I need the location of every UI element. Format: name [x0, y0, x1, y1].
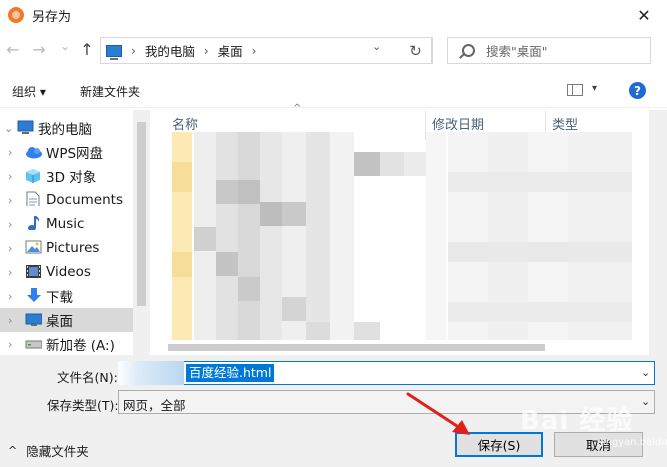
- blurred-region: [118, 361, 184, 385]
- tree-item-desktop[interactable]: › 桌面: [0, 308, 148, 332]
- close-button[interactable]: ✕: [621, 0, 667, 30]
- video-icon: [26, 265, 41, 278]
- hide-folders-label: 隐藏文件夹: [26, 444, 89, 459]
- picture-icon: [25, 240, 42, 254]
- chevron-up-icon: ^: [8, 444, 18, 457]
- breadcrumb-separator: ›: [203, 43, 209, 58]
- filetype-value: 网页，全部: [123, 398, 186, 413]
- column-header-name[interactable]: 名称: [172, 114, 198, 133]
- navigation-pane: ⌄ 我的电脑 › WPS网盘 › 3D 对象 › Documents › Mus…: [0, 110, 150, 355]
- refresh-button[interactable]: ↻: [399, 37, 433, 64]
- download-arrow-icon: [27, 288, 41, 302]
- filename-dropdown-icon[interactable]: ⌄: [641, 366, 650, 379]
- expand-chevron-icon[interactable]: ›: [8, 194, 12, 207]
- tree-item-music[interactable]: › Music: [0, 212, 148, 236]
- breadcrumb-separator: ›: [131, 43, 136, 58]
- tree-item-label: 新加卷 (A:): [46, 338, 115, 354]
- recent-locations-button[interactable]: ⌄: [56, 39, 74, 53]
- refresh-icon: ↻: [409, 41, 422, 60]
- baidu-watermark: Bai 经验: [520, 406, 634, 436]
- organize-button[interactable]: 组织 ▾: [12, 83, 46, 100]
- document-icon: [26, 191, 40, 206]
- up-button[interactable]: ↑: [78, 40, 96, 59]
- close-icon: ✕: [637, 5, 651, 25]
- collapse-chevron-icon[interactable]: ⌄: [4, 122, 13, 135]
- tree-item-label: Music: [46, 216, 85, 232]
- help-icon[interactable]: ?: [629, 82, 646, 99]
- expand-chevron-icon[interactable]: ›: [8, 218, 12, 231]
- tree-item-label: 3D 对象: [46, 170, 97, 186]
- expand-chevron-icon[interactable]: ›: [8, 314, 12, 327]
- expand-chevron-icon[interactable]: ›: [8, 242, 12, 255]
- annotation-arrow-icon: [406, 392, 470, 435]
- tree-item-label: 我的电脑: [38, 122, 92, 138]
- tree-item-label: WPS网盘: [46, 146, 104, 162]
- tree-item-3d-objects[interactable]: › 3D 对象: [0, 164, 148, 188]
- tree-item-label: 下载: [46, 290, 73, 306]
- expand-chevron-icon[interactable]: ›: [8, 290, 12, 303]
- tree-item-my-computer[interactable]: ⌄ 我的电脑: [0, 116, 148, 140]
- breadcrumb-desktop[interactable]: 桌面: [218, 41, 243, 60]
- search-input[interactable]: 搜索"桌面": [447, 37, 651, 64]
- computer-icon: [106, 44, 122, 60]
- baidu-watermark-url: jingyan.baidu.com: [600, 437, 667, 448]
- tree-item-label: Documents: [46, 192, 123, 208]
- address-dropdown-icon[interactable]: ⌄: [372, 40, 381, 53]
- filename-label: 文件名(N):: [57, 370, 118, 385]
- view-dropdown-icon[interactable]: ▾: [592, 83, 597, 94]
- hide-folders-toggle[interactable]: ^ 隐藏文件夹: [8, 441, 89, 460]
- new-folder-button[interactable]: 新建文件夹: [80, 83, 140, 100]
- music-note-icon: [28, 216, 40, 230]
- cube-3d-icon: [26, 169, 40, 183]
- drive-icon: [25, 340, 42, 349]
- wps-app-icon: [8, 7, 24, 23]
- tree-item-documents[interactable]: › Documents: [0, 188, 148, 212]
- dialog-title: 另存为: [32, 9, 72, 25]
- cloud-icon: [26, 147, 42, 159]
- horizontal-scroll-thumb[interactable]: [168, 344, 545, 351]
- blurred-file-entries: [172, 132, 632, 350]
- tree-item-videos[interactable]: › Videos: [0, 260, 148, 284]
- filename-value[interactable]: 百度经验.html: [186, 364, 275, 382]
- expand-chevron-icon[interactable]: ›: [8, 338, 12, 351]
- tree-item-drive-a[interactable]: › 新加卷 (A:): [0, 332, 148, 355]
- back-button[interactable]: ←: [4, 40, 22, 59]
- navigation-row: ← → ⌄ ↑ › 我的电脑 › 桌面 › ⌄ ↻ 搜索"桌面": [0, 30, 667, 70]
- column-header-modified[interactable]: 修改日期: [432, 114, 484, 133]
- desktop-icon: [25, 313, 42, 326]
- address-bar[interactable]: › 我的电脑 › 桌面 ›: [100, 37, 432, 64]
- vertical-scrollbar[interactable]: [649, 110, 667, 355]
- navigation-pane-scroll-thumb[interactable]: [137, 122, 146, 306]
- expand-chevron-icon[interactable]: ›: [8, 266, 12, 279]
- expand-chevron-icon[interactable]: ›: [8, 146, 12, 159]
- expand-chevron-icon[interactable]: ›: [8, 170, 12, 183]
- file-list: ^ 名称 修改日期 类型: [150, 103, 667, 355]
- column-header-type[interactable]: 类型: [552, 114, 578, 133]
- breadcrumb-my-computer[interactable]: 我的电脑: [145, 41, 195, 60]
- search-placeholder: 搜索"桌面": [486, 44, 548, 59]
- tree-item-label: 桌面: [46, 314, 73, 330]
- tree-item-label: Videos: [46, 264, 91, 280]
- sort-ascending-icon: ^: [293, 103, 302, 114]
- tree-item-pictures[interactable]: › Pictures: [0, 236, 148, 260]
- breadcrumb-separator: ›: [251, 43, 257, 58]
- tree-item-wps-cloud[interactable]: › WPS网盘: [0, 140, 148, 164]
- tree-item-label: Pictures: [46, 240, 100, 256]
- forward-button[interactable]: →: [30, 40, 48, 59]
- filetype-dropdown-icon[interactable]: ⌄: [641, 395, 650, 408]
- computer-icon: [17, 120, 34, 134]
- filetype-label: 保存类型(T):: [47, 398, 119, 413]
- view-options-icon[interactable]: [567, 84, 583, 96]
- tree-item-downloads[interactable]: › 下载: [0, 284, 148, 308]
- title-bar: 另存为 ✕: [0, 0, 667, 30]
- command-toolbar: 组织 ▾ 新建文件夹 ▾ ?: [0, 72, 667, 108]
- search-icon: [462, 44, 475, 57]
